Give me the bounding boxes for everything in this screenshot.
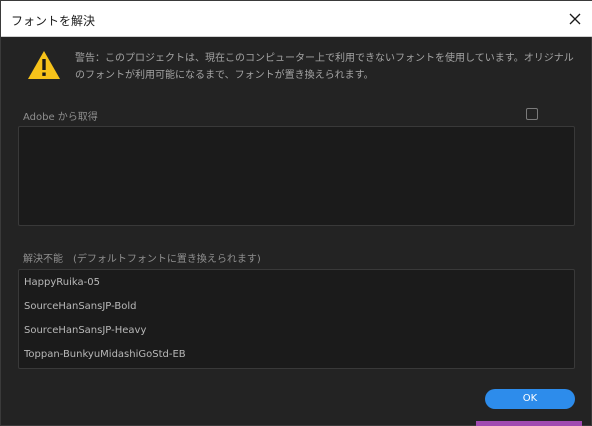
unresolved-fonts-list: HappyRuika-05 SourceHanSansJP-Bold Sourc… xyxy=(18,269,575,369)
font-list-item: HappyRuika-05 xyxy=(24,277,100,288)
resolve-fonts-dialog: フォントを解決 警告：このプロジェクトは、現在このコンピューター上で利用できない… xyxy=(0,0,592,426)
adobe-section-label: Adobe から取得 xyxy=(23,112,98,123)
warning-icon xyxy=(28,51,60,79)
font-list-item: SourceHanSansJP-Bold xyxy=(24,301,137,312)
background-window-strip xyxy=(476,421,582,426)
dialog-titlebar: フォントを解決 xyxy=(1,1,592,37)
adobe-checkbox[interactable] xyxy=(526,108,538,120)
ok-button[interactable]: OK xyxy=(485,389,575,409)
unresolved-section-label: 解決不能 (デフォルトフォントに置き換えられます) xyxy=(23,254,261,265)
font-list-item: Toppan-BunkyuMidashiGoStd-EB xyxy=(24,349,186,360)
adobe-fonts-list xyxy=(18,126,575,226)
warning-message: 警告：このプロジェクトは、現在このコンピューター上で利用できないフォントを使用し… xyxy=(75,53,574,81)
font-list-item: SourceHanSansJP-Heavy xyxy=(24,325,147,336)
close-icon[interactable] xyxy=(565,9,585,29)
dialog-title: フォントを解決 xyxy=(11,14,96,28)
